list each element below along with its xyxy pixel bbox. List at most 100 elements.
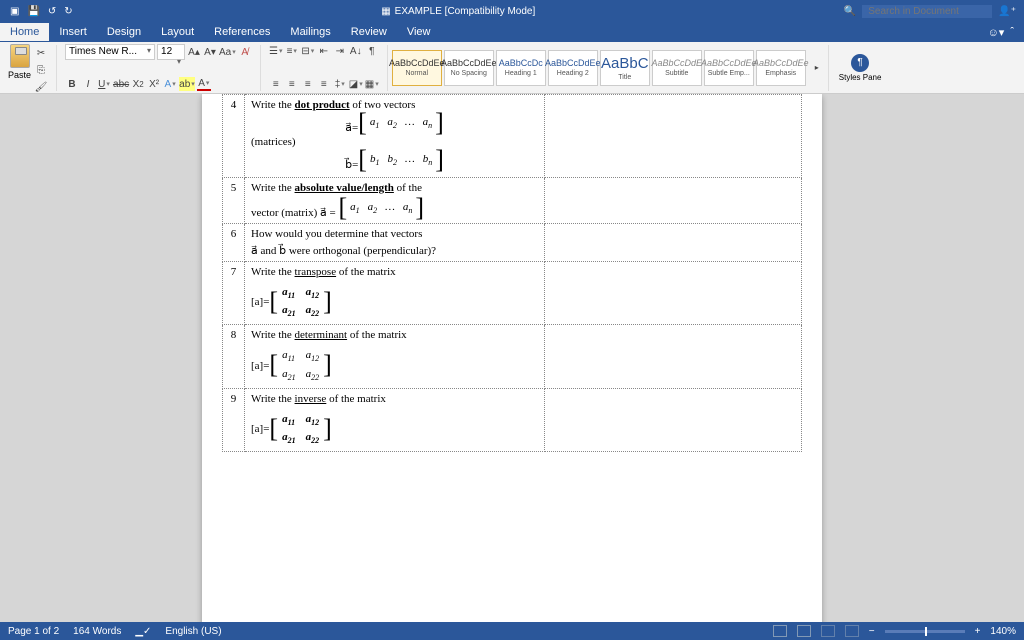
align-left-icon[interactable]: ≡ [269, 77, 283, 91]
text-effects-icon[interactable]: A [163, 77, 177, 91]
autosave-icon[interactable]: ▣ [10, 6, 19, 17]
superscript-button[interactable]: X² [147, 77, 161, 91]
paste-button[interactable]: Paste [8, 70, 31, 80]
zoom-level[interactable]: 140% [990, 626, 1016, 637]
row-number: 7 [223, 262, 245, 325]
language-indicator[interactable]: English (US) [165, 626, 221, 637]
show-marks-icon[interactable]: ¶ [365, 44, 379, 58]
style-heading-1[interactable]: AaBbCcDcHeading 1 [496, 50, 546, 86]
answer-cell[interactable] [545, 325, 802, 388]
styles-pane-icon: ¶ [851, 54, 869, 72]
grow-font-icon[interactable]: A▴ [187, 45, 201, 59]
paragraph-group: ☰ ≡ ⊟ ⇤ ⇥ A↓ ¶ ≡ ≡ ≡ ≡ ‡ ◪ ▦ [265, 44, 383, 91]
cut-icon[interactable]: ✂ [34, 46, 48, 60]
web-layout-icon[interactable] [821, 625, 835, 637]
italic-button[interactable]: I [81, 77, 95, 91]
style-title[interactable]: AaBbCTitle [600, 50, 650, 86]
undo-icon[interactable]: ↺ [48, 6, 56, 17]
tab-review[interactable]: Review [341, 23, 397, 41]
document-title: EXAMPLE [Compatibility Mode] [395, 6, 536, 17]
redo-icon[interactable]: ↻ [64, 6, 72, 17]
tab-mailings[interactable]: Mailings [280, 23, 340, 41]
question-cell[interactable]: Write the absolute value/length of theve… [245, 178, 545, 224]
question-cell[interactable]: Write the determinant of the matrix[a]=[… [245, 325, 545, 388]
table-row: 9Write the inverse of the matrix[a]=[a11… [223, 388, 802, 451]
row-number: 4 [223, 95, 245, 178]
answer-cell[interactable] [545, 224, 802, 262]
numbering-icon[interactable]: ≡ [285, 44, 299, 58]
bullets-icon[interactable]: ☰ [269, 44, 283, 58]
sort-icon[interactable]: A↓ [349, 44, 363, 58]
borders-icon[interactable]: ▦ [365, 77, 379, 91]
styles-more-icon[interactable]: ▸ [810, 61, 824, 75]
question-cell[interactable]: Write the transpose of the matrix[a]=[a1… [245, 262, 545, 325]
word-count[interactable]: 164 Words [73, 626, 121, 637]
document-area: 4Write the dot product of two vectorsa⃗=… [0, 94, 1024, 622]
font-group: Times New R... 12 A▴ A▾ Aa A̸ B I U abc … [61, 44, 256, 91]
search-input[interactable] [862, 5, 992, 18]
answer-cell[interactable] [545, 262, 802, 325]
outline-icon[interactable] [845, 625, 859, 637]
style-emphasis[interactable]: AaBbCcDdEeEmphasis [756, 50, 806, 86]
clear-format-icon[interactable]: A̸ [238, 45, 252, 59]
print-layout-icon[interactable] [797, 625, 811, 637]
outdent-icon[interactable]: ⇤ [317, 44, 331, 58]
page-indicator[interactable]: Page 1 of 2 [8, 626, 59, 637]
align-center-icon[interactable]: ≡ [285, 77, 299, 91]
font-color-icon[interactable]: A [197, 77, 211, 91]
share-icon[interactable]: 👤⁺ [998, 6, 1016, 17]
question-cell[interactable]: Write the inverse of the matrix[a]=[a11a… [245, 388, 545, 451]
status-bar: Page 1 of 2 164 Words ▁✓ English (US) − … [0, 622, 1024, 640]
line-spacing-icon[interactable]: ‡ [333, 77, 347, 91]
style-normal[interactable]: AaBbCcDdEeNormal [392, 50, 442, 86]
answer-cell[interactable] [545, 178, 802, 224]
font-name-select[interactable]: Times New R... [65, 44, 155, 60]
feedback-icon[interactable]: ☺▾ [988, 26, 1005, 39]
strike-button[interactable]: abc [113, 77, 129, 91]
highlight-icon[interactable]: ab [179, 77, 195, 91]
zoom-out-icon[interactable]: − [869, 626, 875, 637]
paste-icon[interactable] [10, 44, 30, 68]
underline-button[interactable]: U [97, 77, 111, 91]
answer-cell[interactable] [545, 388, 802, 451]
align-right-icon[interactable]: ≡ [301, 77, 315, 91]
shading-icon[interactable]: ◪ [349, 77, 363, 91]
save-icon[interactable]: 💾 [27, 6, 39, 17]
change-case-icon[interactable]: Aa [219, 45, 236, 59]
multilevel-icon[interactable]: ⊟ [301, 44, 315, 58]
tab-design[interactable]: Design [97, 23, 151, 41]
styles-pane-button[interactable]: ¶ Styles Pane [833, 54, 888, 82]
row-number: 5 [223, 178, 245, 224]
font-size-select[interactable]: 12 [157, 44, 185, 60]
tab-view[interactable]: View [397, 23, 441, 41]
word-icon: ▦ [381, 6, 390, 17]
ribbon-tabs: HomeInsertDesignLayoutReferencesMailings… [0, 22, 1024, 42]
read-mode-icon[interactable] [773, 625, 787, 637]
style-subtitle[interactable]: AaBbCcDdESubtitle [652, 50, 702, 86]
copy-icon[interactable]: ⎘ [34, 63, 48, 77]
style-subtle-emp-[interactable]: AaBbCcDdEeSubtle Emp... [704, 50, 754, 86]
answer-cell[interactable] [545, 95, 802, 178]
bold-button[interactable]: B [65, 77, 79, 91]
shrink-font-icon[interactable]: A▾ [203, 45, 217, 59]
collapse-ribbon-icon[interactable]: ˆ [1010, 26, 1014, 38]
justify-icon[interactable]: ≡ [317, 77, 331, 91]
indent-icon[interactable]: ⇥ [333, 44, 347, 58]
tab-references[interactable]: References [204, 23, 280, 41]
table-row: 5Write the absolute value/length of thev… [223, 178, 802, 224]
spellcheck-icon[interactable]: ▁✓ [135, 626, 151, 637]
ribbon: Paste ✂ ⎘ 🖌 Times New R... 12 A▴ A▾ Aa A… [0, 42, 1024, 94]
styles-gallery: AaBbCcDdEeNormalAaBbCcDdEeNo SpacingAaBb… [392, 50, 806, 86]
tab-home[interactable]: Home [0, 23, 49, 41]
tab-insert[interactable]: Insert [49, 23, 97, 41]
tab-layout[interactable]: Layout [151, 23, 204, 41]
style-heading-2[interactable]: AaBbCcDdEeHeading 2 [548, 50, 598, 86]
question-cell[interactable]: Write the dot product of two vectorsa⃗=[… [245, 95, 545, 178]
row-number: 8 [223, 325, 245, 388]
style-no-spacing[interactable]: AaBbCcDdEeNo Spacing [444, 50, 494, 86]
question-cell[interactable]: How would you determine that vectorsa⃗ a… [245, 224, 545, 262]
zoom-in-icon[interactable]: + [975, 626, 981, 637]
format-painter-icon[interactable]: 🖌 [34, 80, 48, 94]
subscript-button[interactable]: X2 [131, 77, 145, 91]
zoom-slider[interactable] [885, 630, 965, 633]
